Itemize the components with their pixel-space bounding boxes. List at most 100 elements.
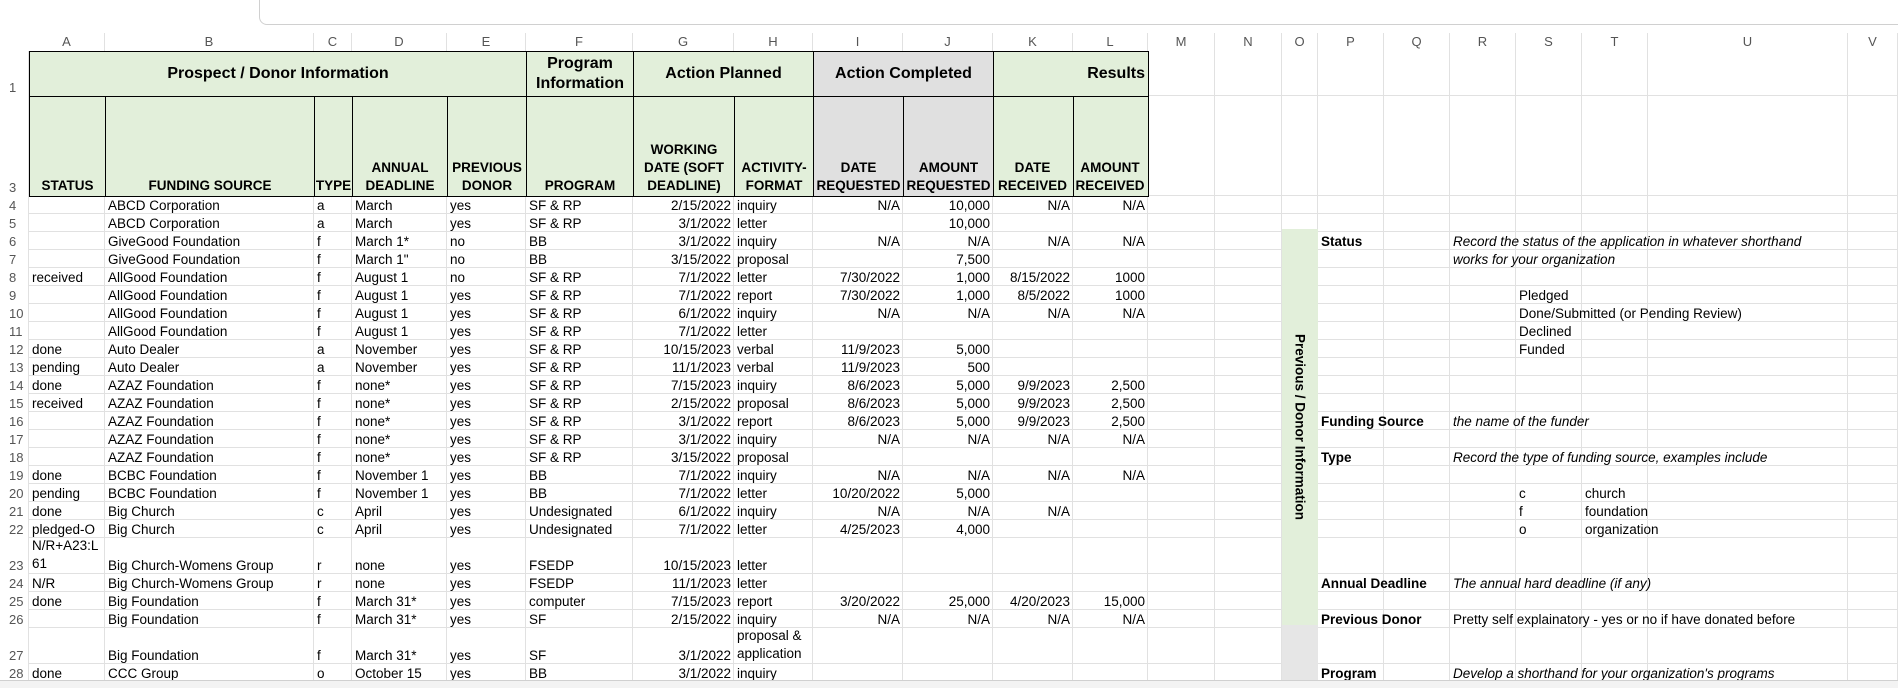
cell-b-r17[interactable]: AZAZ Foundation [105, 430, 314, 448]
cell-h-r15[interactable]: proposal [734, 394, 813, 412]
column-header-s[interactable]: S [1516, 33, 1582, 51]
cell-e-r10[interactable]: yes [447, 304, 526, 322]
cell-k-r8[interactable]: 8/15/2022 [993, 268, 1073, 286]
cell-h-r26[interactable]: inquiry [734, 610, 813, 628]
cell-e-r25[interactable]: yes [447, 592, 526, 610]
cell-h-r22[interactable]: letter [734, 520, 813, 538]
cell-h-r4[interactable]: inquiry [734, 196, 813, 214]
cell-g-r11[interactable]: 7/1/2022 [633, 322, 734, 340]
cell-f-r6[interactable]: BB [526, 232, 633, 250]
row-header[interactable]: 16 [0, 412, 29, 430]
cell-k-r21[interactable]: N/A [993, 502, 1073, 520]
cell-f-r15[interactable]: SF & RP [526, 394, 633, 412]
cell-a-r12[interactable]: done [29, 340, 105, 358]
cell-d-r18[interactable]: none* [352, 448, 447, 466]
cell-e-r18[interactable]: yes [447, 448, 526, 466]
cell-i-r17[interactable]: N/A [813, 430, 903, 448]
cell-d-r22[interactable]: April [352, 520, 447, 538]
cell-d-r28[interactable]: October 15 [352, 664, 447, 681]
cell-j-r15[interactable]: 5,000 [903, 394, 993, 412]
cell-j-r10[interactable]: N/A [903, 304, 993, 322]
cell-h-r24[interactable]: letter [734, 574, 813, 592]
cell-i-r25[interactable]: 3/20/2022 [813, 592, 903, 610]
cell-c-r4[interactable]: a [314, 196, 352, 214]
cell-d-r23[interactable]: none [352, 538, 447, 574]
column-header-v[interactable]: V [1848, 33, 1898, 51]
cell-c-r24[interactable]: r [314, 574, 352, 592]
cell-e-r9[interactable]: yes [447, 286, 526, 304]
row-header[interactable]: 11 [0, 322, 29, 340]
row-header[interactable]: 19 [0, 466, 29, 484]
cell-c-r23[interactable]: r [314, 538, 352, 574]
cell-j-r12[interactable]: 5,000 [903, 340, 993, 358]
cell-d-r27[interactable]: March 31* [352, 628, 447, 664]
cell-h-r8[interactable]: letter [734, 268, 813, 286]
cell-b-r25[interactable]: Big Foundation [105, 592, 314, 610]
cell-c-r20[interactable]: f [314, 484, 352, 502]
cell-d-r21[interactable]: April [352, 502, 447, 520]
cell-a-r22[interactable]: pledged-O [29, 520, 105, 538]
cell-a-r28[interactable]: done [29, 664, 105, 681]
cell-e-r23[interactable]: yes [447, 538, 526, 574]
cell-f-r7[interactable]: BB [526, 250, 633, 268]
cell-i-r19[interactable]: N/A [813, 466, 903, 484]
cell-d-r16[interactable]: none* [352, 412, 447, 430]
row-header[interactable]: 23 [0, 538, 29, 574]
cell-a-r24[interactable]: N/R [29, 574, 105, 592]
cell-g-r14[interactable]: 7/15/2023 [633, 376, 734, 394]
row-header[interactable]: 18 [0, 448, 29, 466]
cell-l-r8[interactable]: 1000 [1073, 268, 1148, 286]
row-header[interactable]: 3 [0, 96, 29, 196]
cell-e-r13[interactable]: yes [447, 358, 526, 376]
cell-g-r9[interactable]: 7/1/2022 [633, 286, 734, 304]
cell-e-r8[interactable]: no [447, 268, 526, 286]
cell-b-r23[interactable]: Big Church-Womens Group [105, 538, 314, 574]
cell-f-r23[interactable]: FSEDP [526, 538, 633, 574]
cell-c-r25[interactable]: f [314, 592, 352, 610]
row-header[interactable]: 12 [0, 340, 29, 358]
spreadsheet-grid[interactable]: A B C D E F G H I J K L M N O P Q R S T U V 1 3 4 5 6 7 8 9 10 11 12 13 14… [0, 33, 1898, 681]
row-header[interactable]: 20 [0, 484, 29, 502]
cell-h-r19[interactable]: inquiry [734, 466, 813, 484]
cell-b-r4[interactable]: ABCD Corporation [105, 196, 314, 214]
cell-d-r4[interactable]: March [352, 196, 447, 214]
column-header-e[interactable]: E [447, 33, 526, 51]
cell-c-r8[interactable]: f [314, 268, 352, 286]
cell-d-r5[interactable]: March [352, 214, 447, 232]
cell-g-r26[interactable]: 2/15/2022 [633, 610, 734, 628]
cell-j-r5[interactable]: 10,000 [903, 214, 993, 232]
cell-f-r28[interactable]: BB [526, 664, 633, 681]
row-header[interactable]: 26 [0, 610, 29, 628]
cell-g-r4[interactable]: 2/15/2022 [633, 196, 734, 214]
cell-e-r6[interactable]: no [447, 232, 526, 250]
column-header-j[interactable]: J [903, 33, 993, 51]
cell-k-r14[interactable]: 9/9/2023 [993, 376, 1073, 394]
cell-f-r5[interactable]: SF & RP [526, 214, 633, 232]
cell-f-r8[interactable]: SF & RP [526, 268, 633, 286]
cell-d-r25[interactable]: March 31* [352, 592, 447, 610]
cell-i-r13[interactable]: 11/9/2023 [813, 358, 903, 376]
cell-k-r19[interactable]: N/A [993, 466, 1073, 484]
cell-f-r25[interactable]: computer [526, 592, 633, 610]
cell-g-r28[interactable]: 3/1/2022 [633, 664, 734, 681]
cell-d-r7[interactable]: March 1" [352, 250, 447, 268]
cell-j-r14[interactable]: 5,000 [903, 376, 993, 394]
cell-d-r19[interactable]: November 1 [352, 466, 447, 484]
cell-f-r17[interactable]: SF & RP [526, 430, 633, 448]
cell-g-r20[interactable]: 7/1/2022 [633, 484, 734, 502]
cell-e-r4[interactable]: yes [447, 196, 526, 214]
column-header-m[interactable]: M [1148, 33, 1215, 51]
cell-d-r15[interactable]: none* [352, 394, 447, 412]
cell-d-r12[interactable]: November [352, 340, 447, 358]
cell-g-r12[interactable]: 10/15/2023 [633, 340, 734, 358]
cell-l-r25[interactable]: 15,000 [1073, 592, 1148, 610]
cell-i-r20[interactable]: 10/20/2022 [813, 484, 903, 502]
cell-e-r26[interactable]: yes [447, 610, 526, 628]
row-header[interactable]: 7 [0, 250, 29, 268]
cell-d-r9[interactable]: August 1 [352, 286, 447, 304]
cell-b-r26[interactable]: Big Foundation [105, 610, 314, 628]
cell-b-r22[interactable]: Big Church [105, 520, 314, 538]
cell-j-r16[interactable]: 5,000 [903, 412, 993, 430]
column-header-g[interactable]: G [633, 33, 734, 51]
cell-a-r15[interactable]: received [29, 394, 105, 412]
